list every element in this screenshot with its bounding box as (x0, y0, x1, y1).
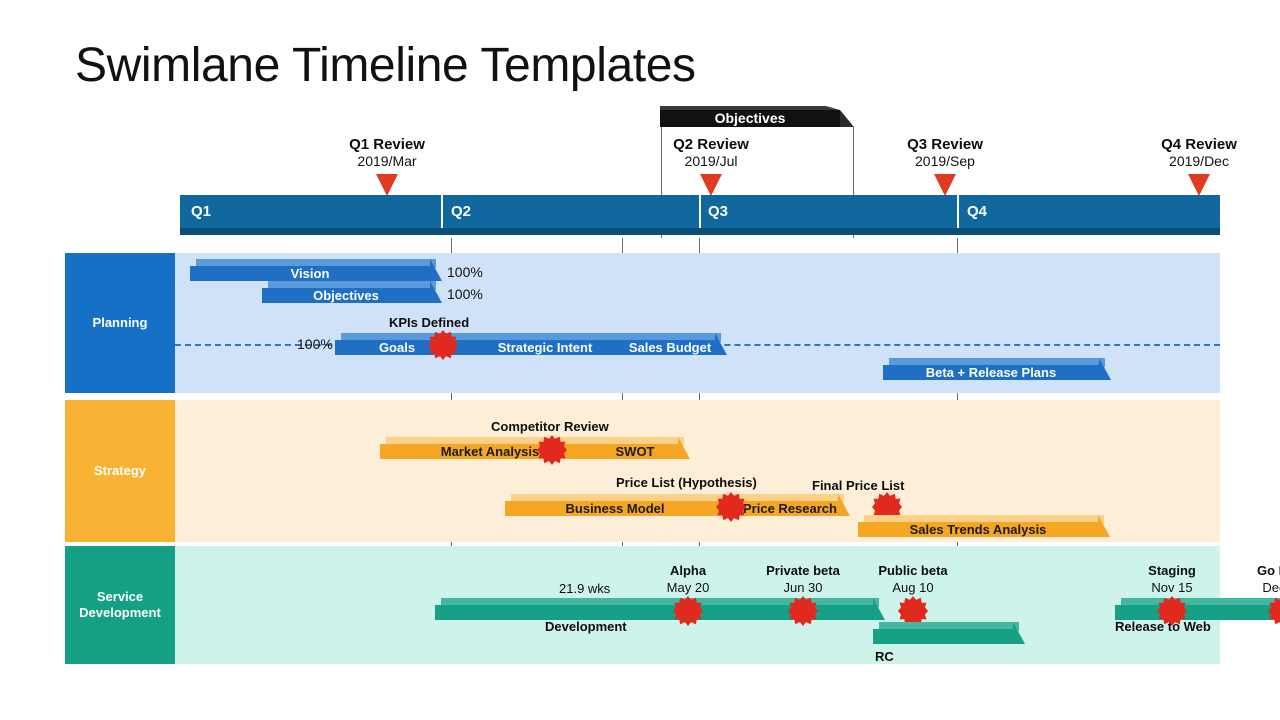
milestone-label-staging: Staging Nov 15 (1117, 562, 1227, 596)
bar-face (873, 629, 1013, 644)
milestone-date: Nov 15 (1151, 580, 1193, 595)
progress-goals: 100% (297, 336, 333, 352)
review-triangle-icon (934, 174, 956, 196)
swimlane-label-strategy: Strategy (65, 400, 175, 542)
bar-face (1115, 605, 1280, 620)
review-triangle-icon (376, 174, 398, 196)
swimlane-label-text: Planning (92, 315, 148, 330)
bar-vision: Vision (190, 259, 442, 283)
milestone-label-alpha: Alpha May 20 (633, 562, 743, 596)
swimlane-label-text-line2: Development (79, 605, 161, 620)
bar-label-strategic-intent: Strategic Intent (497, 340, 593, 355)
quarter-divider (957, 195, 959, 228)
review-name: Q1 Review (349, 136, 425, 153)
bar-label-release-to-web: Release to Web (1115, 619, 1211, 634)
bar-label: Sales Trends Analysis (909, 522, 1047, 537)
review-triangle-icon (1188, 174, 1210, 196)
swimlane-service-development: Service Development 21.9 wks Alpha May 2… (65, 546, 1280, 664)
milestone-label-private-beta: Private beta Jun 30 (748, 562, 858, 596)
bar-label-swot: SWOT (615, 444, 655, 459)
bar-label-sales-budget: Sales Budget (628, 340, 712, 355)
slide-canvas: Swimlane Timeline Templates Objectives Q… (0, 0, 1280, 720)
quarter-label-q3: Q3 (708, 203, 729, 220)
bar-arrow-tip (1013, 622, 1025, 644)
quarter-divider (441, 195, 443, 228)
bar-sales-trends-analysis: Sales Trends Analysis (858, 515, 1110, 539)
review-marker-q1: Q1 Review 2019/Mar (312, 136, 462, 196)
review-marker-q2: Q2 Review 2019/Jul (636, 136, 786, 196)
bar-label: Beta + Release Plans (925, 365, 1057, 380)
review-marker-q4: Q4 Review 2019/Dec (1124, 136, 1274, 196)
milestone-date: Jun 30 (783, 580, 823, 595)
bar-label-rc: RC (875, 649, 894, 664)
bar-market-analysis-swot: Market Analysis SWOT (380, 437, 690, 461)
annotation-final-price-list: Final Price List (812, 478, 905, 493)
bar-objectives: Objectives (262, 281, 442, 305)
swimlane-body-strategy: Competitor Review Market Analysis SWOT P… (175, 400, 1220, 542)
review-name: Q2 Review (673, 136, 749, 153)
milestone-label-go-live: Go Live! Dec 20 (1228, 562, 1280, 596)
review-date: 2019/Dec (1169, 153, 1229, 169)
quarter-label-q1: Q1 (191, 203, 212, 220)
swimlane-label-planning: Planning (65, 253, 175, 393)
review-name: Q3 Review (907, 136, 983, 153)
milestone-title: Public beta (878, 563, 948, 578)
milestone-date: Dec 20 (1262, 580, 1280, 595)
bar-arrow-tip (678, 437, 690, 459)
milestone-title: Staging (1148, 563, 1196, 578)
bar-rc (873, 622, 1025, 646)
swimlane-label-text: Strategy (93, 463, 147, 478)
bar-development (435, 598, 885, 622)
swimlane-label-service-development: Service Development (65, 546, 175, 664)
milestone-title: Alpha (669, 563, 707, 578)
bar-arrow-tip (430, 281, 442, 303)
milestone-label-public-beta: Public beta Aug 10 (858, 562, 968, 596)
quarter-label-q2: Q2 (451, 203, 472, 220)
milestone-title: Go Live! (1256, 563, 1280, 578)
progress-vision: 100% (447, 264, 483, 280)
swimlane-label-text-line1: Service (96, 589, 144, 604)
bar-beta-release-plans: Beta + Release Plans (883, 358, 1111, 382)
milestone-date: May 20 (666, 580, 710, 595)
bar-label-business-model: Business Model (565, 501, 665, 516)
bar-arrow-tip (430, 259, 442, 281)
bar-business-model-price-research: Business Model Price Research (505, 494, 850, 518)
review-name: Q4 Review (1161, 136, 1237, 153)
quarter-header-bar: Q1 Q2 Q3 Q4 (180, 195, 1220, 235)
objectives-banner: Objectives (660, 106, 854, 127)
annotation-price-list-hypothesis: Price List (Hypothesis) (616, 475, 757, 490)
review-date: 2019/Jul (684, 153, 738, 169)
bar-label-development: Development (545, 619, 627, 634)
swimlane-body-planning: Vision 100% Objectives 100% 100% Goals S… (175, 253, 1220, 393)
objectives-banner-label: Objectives (714, 110, 786, 126)
milestone-title: Private beta (766, 563, 840, 578)
swimlane-planning: Planning Vision 100% Objectives 100% 100… (65, 253, 1220, 393)
annotation-kpis-defined: KPIs Defined (389, 315, 470, 330)
review-marker-q3: Q3 Review 2019/Sep (870, 136, 1020, 196)
bar-arrow-tip (1098, 515, 1110, 537)
annotation-duration-weeks: 21.9 wks (559, 581, 611, 596)
swimlane-body-service-development: 21.9 wks Alpha May 20 Private beta Jun 3… (175, 546, 1280, 664)
bar-goals-strategic-intent-sales-budget: Goals Strategic Intent Sales Budget (335, 333, 727, 357)
bar-arrow-tip (873, 598, 885, 620)
review-date: 2019/Sep (915, 153, 975, 169)
quarter-bar-shadow (180, 228, 1220, 235)
bar-label: Objectives (313, 288, 379, 303)
quarter-label-q4: Q4 (967, 203, 988, 220)
review-triangle-icon (700, 174, 722, 196)
progress-objectives: 100% (447, 286, 483, 302)
quarter-divider (699, 195, 701, 228)
milestone-date: Aug 10 (892, 580, 934, 595)
annotation-competitor-review: Competitor Review (491, 419, 609, 434)
bar-arrow-tip (1099, 358, 1111, 380)
bar-label: Vision (290, 266, 330, 281)
swimlane-strategy: Strategy Competitor Review Market Analys… (65, 400, 1220, 542)
review-date: 2019/Mar (357, 153, 417, 169)
bar-label-goals: Goals (378, 340, 416, 355)
page-title: Swimlane Timeline Templates (75, 39, 696, 92)
objectives-banner-side-bevel (840, 110, 854, 127)
